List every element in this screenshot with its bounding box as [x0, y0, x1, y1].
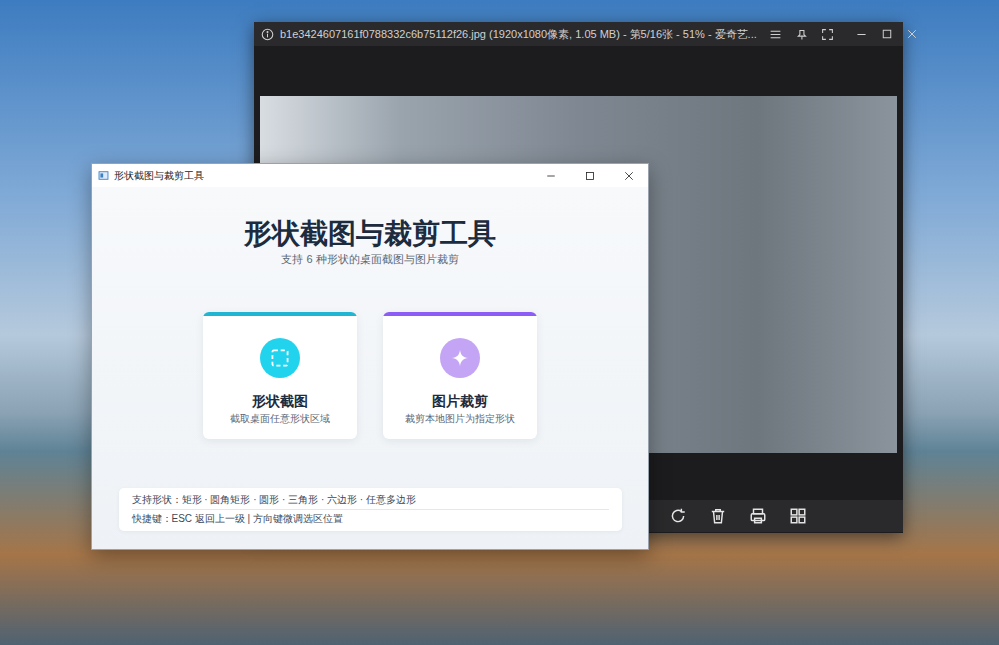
- app-subtitle: 支持 6 种形状的桌面截图与图片裁剪: [281, 252, 458, 266]
- sparkle-icon: [450, 348, 470, 368]
- app-icon: [98, 170, 109, 181]
- grid-icon[interactable]: [789, 507, 807, 525]
- viewer-title: b1e3424607161f0788332c6b75112f26.jpg (19…: [280, 27, 757, 41]
- close-icon[interactable]: [906, 28, 918, 40]
- app-heading: 形状截图与裁剪工具: [244, 217, 496, 251]
- minimize-button[interactable]: [531, 164, 570, 187]
- card-accent: [203, 312, 357, 316]
- card-accent: [383, 312, 537, 316]
- mode-cards: 形状截图截取桌面任意形状区域图片裁剪裁剪本地图片为指定形状: [203, 312, 537, 439]
- menu-icon[interactable]: [769, 28, 782, 41]
- trash-icon[interactable]: [709, 507, 727, 525]
- mode-card[interactable]: 形状截图截取桌面任意形状区域: [203, 312, 357, 439]
- card-title: 形状截图: [252, 392, 308, 410]
- info-icon[interactable]: [261, 28, 274, 41]
- desktop: b1e3424607161f0788332c6b75112f26.jpg (19…: [0, 0, 999, 645]
- maximize-icon[interactable]: [585, 171, 595, 181]
- mode-card[interactable]: 图片裁剪裁剪本地图片为指定形状: [383, 312, 537, 439]
- card-description: 截取桌面任意形状区域: [230, 412, 330, 425]
- maximize-button[interactable]: [570, 164, 609, 187]
- card-icon-circle: [260, 338, 300, 378]
- dashed-square-icon: [269, 347, 291, 369]
- maximize-icon[interactable]: [881, 28, 893, 40]
- minimize-icon[interactable]: [546, 171, 556, 181]
- card-description: 裁剪本地图片为指定形状: [405, 412, 515, 425]
- print-icon[interactable]: [749, 507, 767, 525]
- card-title: 图片裁剪: [432, 392, 488, 410]
- viewer-title-bar: b1e3424607161f0788332c6b75112f26.jpg (19…: [254, 22, 903, 46]
- viewer-controls: [769, 28, 920, 41]
- app-controls: [531, 164, 648, 187]
- card-icon-circle: [440, 338, 480, 378]
- app-body: 形状截图与裁剪工具支持 6 种形状的桌面截图与图片裁剪形状截图截取桌面任意形状区…: [92, 187, 648, 549]
- rotate-icon[interactable]: [669, 507, 687, 525]
- info-line: 快捷键：ESC 返回上一级 | 方向键微调选区位置: [132, 510, 609, 528]
- minimize-icon[interactable]: [855, 28, 868, 41]
- fullscreen-icon[interactable]: [821, 28, 834, 41]
- close-button[interactable]: [609, 164, 648, 187]
- pin-icon[interactable]: [795, 28, 808, 41]
- info-box: 支持形状：矩形 · 圆角矩形 · 圆形 · 三角形 · 六边形 · 任意多边形快…: [119, 488, 622, 531]
- info-line: 支持形状：矩形 · 圆角矩形 · 圆形 · 三角形 · 六边形 · 任意多边形: [132, 491, 609, 510]
- app-window: 形状截图与裁剪工具形状截图与裁剪工具支持 6 种形状的桌面截图与图片裁剪形状截图…: [91, 163, 649, 550]
- app-title-bar: 形状截图与裁剪工具: [92, 164, 648, 187]
- close-icon[interactable]: [624, 171, 634, 181]
- app-title: 形状截图与裁剪工具: [114, 169, 204, 182]
